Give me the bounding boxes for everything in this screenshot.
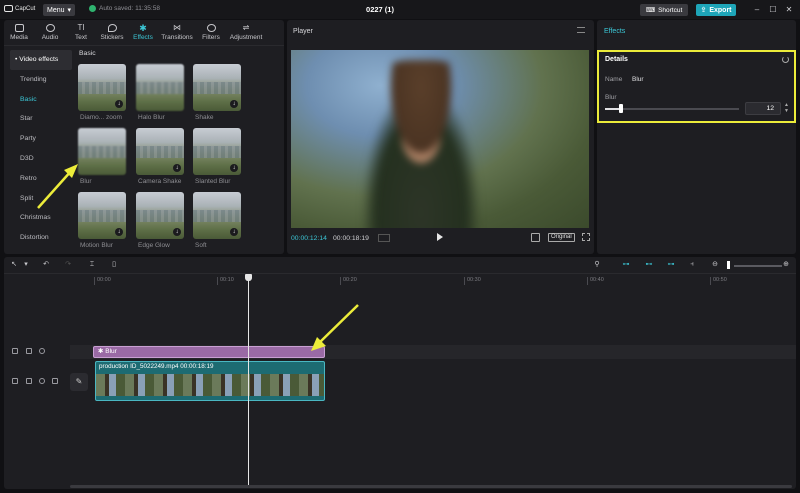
arrow-to-blur-clip [317,304,359,345]
annotation-arrows [37,164,359,351]
arrow-to-blur-effect [37,169,73,209]
